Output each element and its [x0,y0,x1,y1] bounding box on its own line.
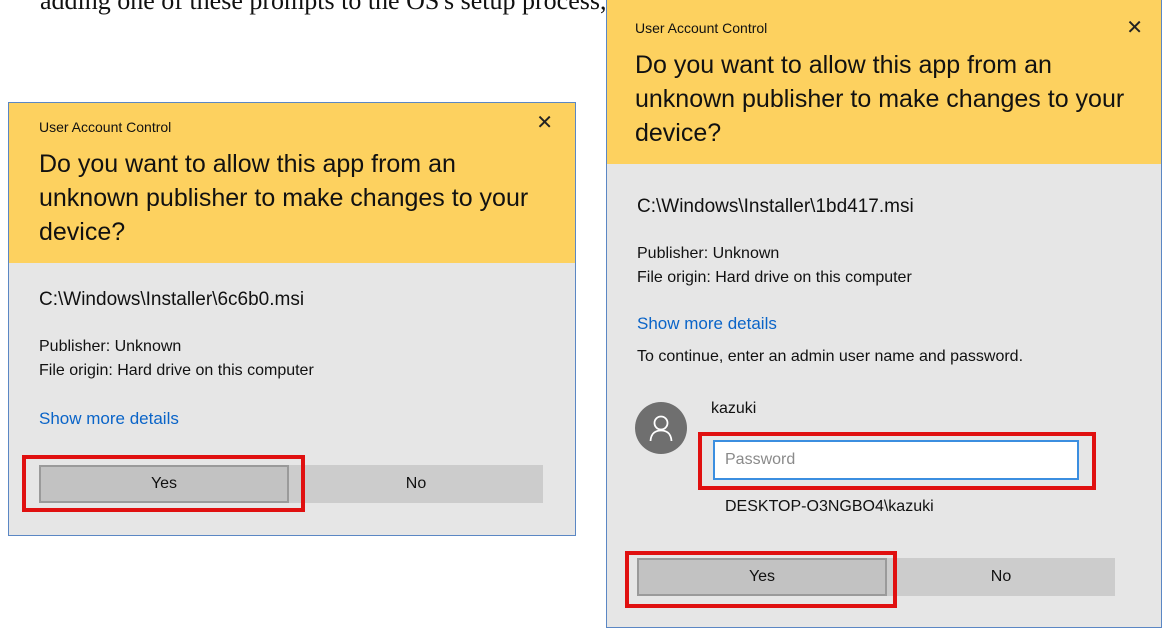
button-row: Yes No [637,558,1115,596]
file-origin-text: File origin: Hard drive on this computer [39,362,314,379]
uac-body: C:\Windows\Installer\6c6b0.msi Publisher… [9,263,575,429]
password-field[interactable] [713,440,1079,480]
file-path: C:\Windows\Installer\6c6b0.msi [39,289,305,310]
file-path: C:\Windows\Installer\1bd417.msi [637,196,914,217]
publisher-text: Publisher: Unknown [39,338,182,355]
close-icon[interactable]: ✕ [536,113,553,133]
no-button[interactable]: No [289,465,543,503]
show-more-details-link[interactable]: Show more details [39,409,545,429]
publisher-text: Publisher: Unknown [637,245,780,262]
uac-question: Do you want to allow this app from an un… [635,51,1125,147]
file-meta: Publisher: Unknown File origin: Hard dri… [637,242,1131,290]
admin-credentials-prompt: To continue, enter an admin user name an… [637,348,1024,365]
yes-button[interactable]: Yes [637,558,887,596]
close-icon[interactable]: ✕ [1126,18,1143,38]
dialog-title: User Account Control [39,119,172,135]
uac-question: Do you want to allow this app from an un… [39,150,529,246]
file-origin-text: File origin: Hard drive on this computer [637,269,912,286]
uac-header: User Account Control ✕ Do you want to al… [9,103,575,263]
top-caption-text: adding one of these prompts to the OS's … [40,0,610,15]
uac-header: User Account Control ✕ Do you want to al… [607,0,1161,164]
show-more-details-link[interactable]: Show more details [637,314,1131,334]
user-icon [635,402,687,454]
uac-dialog-left: User Account Control ✕ Do you want to al… [8,102,576,536]
uac-body: C:\Windows\Installer\1bd417.msi Publishe… [607,164,1161,366]
dialog-title: User Account Control [635,20,768,36]
yes-button[interactable]: Yes [39,465,289,503]
account-area: kazuki DESKTOP-O3NGBO4\kazuki [635,400,1115,530]
no-button[interactable]: No [887,558,1115,596]
uac-dialog-right: User Account Control ✕ Do you want to al… [606,0,1162,628]
account-username: kazuki [711,400,757,417]
domain-username: DESKTOP-O3NGBO4\kazuki [725,498,934,515]
file-meta: Publisher: Unknown File origin: Hard dri… [39,335,545,383]
button-row: Yes No [39,465,543,503]
